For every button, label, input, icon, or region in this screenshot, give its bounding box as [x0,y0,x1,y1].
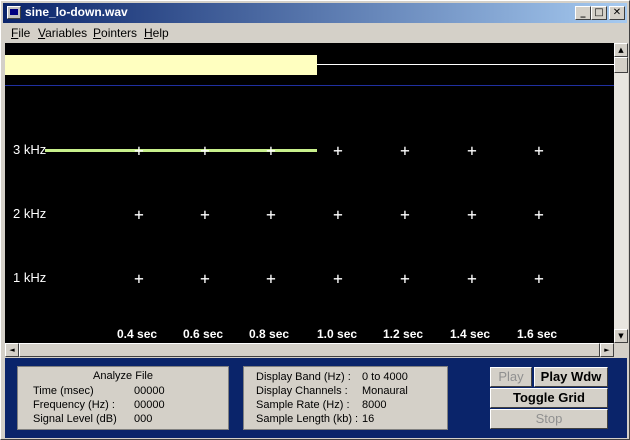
analyze-file-box: Analyze File Time (msec) 00000 Frequency… [17,366,229,430]
file-info-box: Display Band (Hz) : 0 to 4000 Display Ch… [243,366,448,430]
minimize-button[interactable]: _ [575,6,591,20]
time-label: 1.4 sec [450,327,491,341]
horizontal-scroll-thumb[interactable] [19,343,600,357]
menu-pointers[interactable]: Pointers [93,26,137,40]
sample-rate-value: 8000 [362,399,387,411]
menu-bar: File Variables Pointers Help [3,24,627,42]
vertical-scrollbar[interactable]: ▲ ▼ [614,43,628,343]
grid-marker: + [534,269,544,288]
grid-marker: + [467,205,477,224]
toggle-grid-button[interactable]: Toggle Grid [490,388,608,408]
time-label: 0.8 sec [249,327,290,341]
time-label: 0.6 sec [183,327,224,341]
time-label: 1.0 sec [317,327,358,341]
grid-marker: + [467,269,477,288]
time-label: 0.4 sec [117,327,158,341]
horizontal-scrollbar[interactable]: ◄ ► [5,343,614,357]
grid-marker: + [266,269,276,288]
grid-marker: + [400,205,410,224]
title-bar[interactable]: sine_lo-down.wav _ □ ✕ [3,3,627,23]
grid-marker: + [134,205,144,224]
display-channels-label: Display Channels : [256,385,348,397]
play-button[interactable]: Play [490,367,532,387]
grid-marker: + [467,141,477,160]
freq-label-1khz: 1 kHz [13,270,47,285]
close-button[interactable]: ✕ [609,6,625,20]
scroll-up-icon[interactable]: ▲ [614,43,628,57]
display-channels-value: Monaural [362,385,408,397]
signal-level-value: 000 [134,413,153,425]
grid-marker: + [333,141,343,160]
app-window: sine_lo-down.wav _ □ ✕ File Variables Po… [0,0,630,440]
play-window-button[interactable]: Play Wdw [534,367,608,387]
scroll-right-icon[interactable]: ► [600,343,614,357]
display-band-value: 0 to 4000 [362,371,408,383]
menu-file[interactable]: File [11,26,30,40]
grid-marker: + [534,141,544,160]
grid-marker: + [134,269,144,288]
frequency-value: 00000 [134,399,165,411]
frequency-label-text: Frequency (Hz) : [33,399,115,411]
grid-marker: + [200,205,210,224]
grid-marker: + [266,141,276,160]
window-title: sine_lo-down.wav [25,5,128,19]
overview-divider [5,85,614,86]
grid-marker: + [400,269,410,288]
grid-marker: + [266,205,276,224]
sample-length-value: 16 [362,413,375,425]
control-panel: Analyze File Time (msec) 00000 Frequency… [5,358,627,438]
sample-length-label: Sample Length (kb) : [256,413,359,425]
freq-label-3khz: 3 kHz [13,142,47,157]
time-label: 1.2 sec [383,327,424,341]
display-band-label: Display Band (Hz) : [256,371,351,383]
sample-rate-label: Sample Rate (Hz) : [256,399,350,411]
maximize-button[interactable]: □ [591,6,607,20]
scroll-left-icon[interactable]: ◄ [5,343,19,357]
grid-marker: + [333,205,343,224]
app-icon[interactable] [7,6,21,19]
grid-marker: + [534,205,544,224]
waveform-overview-line [317,64,614,65]
analyze-file-title: Analyze File [93,370,153,382]
grid-marker: + [200,269,210,288]
grid-marker: + [134,141,144,160]
grid-marker: + [333,269,343,288]
signal-level-label-text: Signal Level (dB) [33,413,117,425]
scroll-down-icon[interactable]: ▼ [614,329,628,343]
time-value: 00000 [134,385,165,397]
menu-variables[interactable]: Variables [38,26,87,40]
freq-label-2khz: 2 kHz [13,206,47,221]
grid-marker: + [400,141,410,160]
vertical-scroll-thumb[interactable] [614,57,628,73]
time-label: 1.6 sec [517,327,558,341]
waveform-overview-highlight [5,55,317,75]
time-label-text: Time (msec) [33,385,94,397]
stop-button[interactable]: Stop [490,409,608,429]
spectrogram-display[interactable]: 3 kHz 2 kHz 1 kHz + + + + + + + + + + + … [5,43,614,343]
menu-help[interactable]: Help [144,26,169,40]
grid-marker: + [200,141,210,160]
